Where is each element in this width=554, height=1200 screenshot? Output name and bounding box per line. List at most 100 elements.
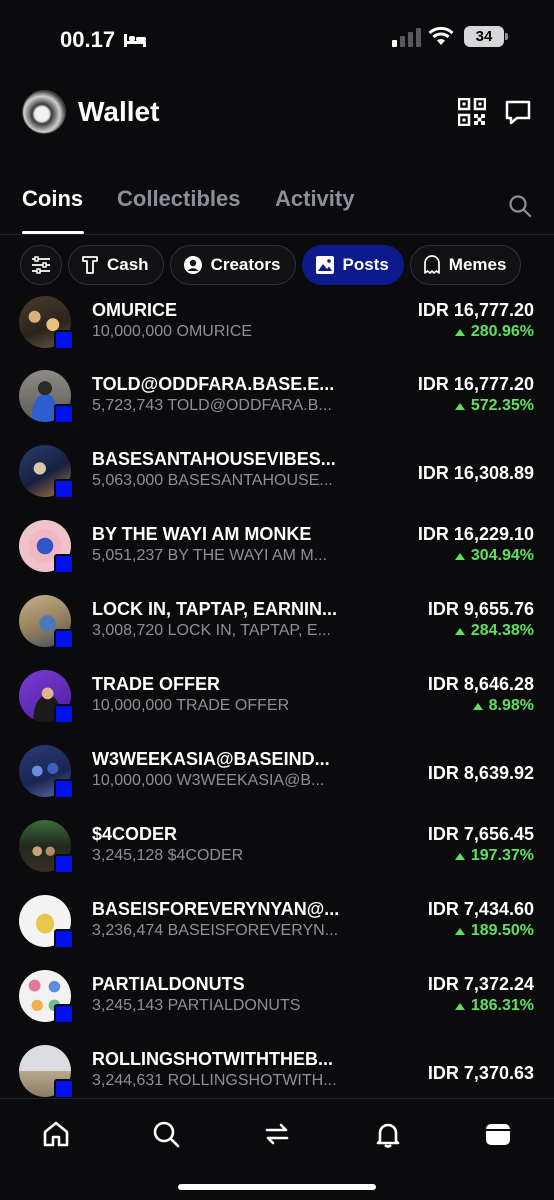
list-item[interactable]: BY THE WAYI AM MONKE 5,051,237 BY THE WA… [0, 516, 554, 591]
chain-badge [54, 479, 74, 499]
profile-avatar[interactable] [22, 90, 66, 134]
image-icon [315, 256, 334, 274]
coin-balance: 3,245,128 $4CODER [92, 847, 244, 864]
tab-activity[interactable]: Activity [275, 186, 354, 212]
coin-name: LOCK IN, TAPTAP, EARNIN... [92, 599, 338, 619]
sliders-icon [32, 256, 50, 274]
chain-badge [54, 779, 74, 799]
chain-badge [54, 929, 74, 949]
bell-icon[interactable] [373, 1119, 403, 1149]
coin-change: 572.35% [454, 397, 534, 415]
coin-list: OMURICE 10,000,000 OMURICE IDR 16,777.20… [0, 292, 554, 1098]
chain-badge [54, 629, 74, 649]
search-icon[interactable] [508, 194, 532, 218]
filter-chip-posts[interactable]: Posts [301, 245, 404, 285]
coin-balance: 3,245,143 PARTIALDONUTS [92, 997, 301, 1014]
home-indicator [178, 1184, 376, 1190]
coin-name: ROLLINGSHOTWITHTHEB... [92, 1049, 333, 1069]
arrow-up-icon [454, 1002, 465, 1010]
change-value: 284.38% [470, 622, 534, 639]
home-icon[interactable] [41, 1119, 71, 1149]
swap-icon[interactable] [262, 1119, 292, 1149]
arrow-up-icon [454, 852, 465, 860]
coin-value: IDR 16,777.20 [417, 374, 534, 394]
cup-icon [82, 256, 98, 274]
list-item[interactable]: OMURICE 10,000,000 OMURICE IDR 16,777.20… [0, 292, 554, 367]
coin-name: W3WEEKASIA@BASEIND... [92, 749, 330, 769]
coin-change: 8.98% [472, 697, 534, 715]
tab-coins[interactable]: Coins [22, 186, 83, 212]
search-icon[interactable] [151, 1119, 181, 1149]
coin-balance: 3,008,720 LOCK IN, TAPTAP, E... [92, 622, 331, 639]
list-item[interactable]: PARTIALDONUTS 3,245,143 PARTIALDONUTS ID… [0, 966, 554, 1041]
arrow-up-icon [454, 552, 465, 560]
list-item[interactable]: ROLLINGSHOTWITHTHEB... 3,244,631 ROLLING… [0, 1041, 554, 1098]
tabs-divider [0, 234, 554, 235]
chain-badge [54, 704, 74, 724]
list-item[interactable]: TRADE OFFER 10,000,000 TRADE OFFER IDR 8… [0, 666, 554, 741]
chat-icon[interactable] [504, 98, 532, 126]
coin-balance: 5,723,743 TOLD@ODDFARA.B... [92, 397, 332, 414]
battery-indicator: 34 [464, 26, 508, 47]
coin-change: 284.38% [454, 622, 534, 640]
list-item[interactable]: LOCK IN, TAPTAP, EARNIN... 3,008,720 LOC… [0, 591, 554, 666]
arrow-up-icon [472, 702, 483, 710]
filter-chip-memes[interactable]: Memes [409, 245, 522, 285]
filter-chip-label: Creators [210, 255, 281, 274]
coin-value: IDR 7,370.63 [427, 1063, 534, 1083]
coin-name: BASESANTAHOUSEVIBES... [92, 449, 336, 469]
battery-level: 34 [475, 28, 493, 45]
coin-name: BY THE WAYI AM MONKE [92, 524, 312, 544]
coin-value: IDR 16,308.89 [417, 463, 534, 483]
list-item[interactable]: BASEISFOREVERYNYAN@... 3,236,474 BASEISF… [0, 891, 554, 966]
coin-name: OMURICE [92, 300, 177, 320]
change-value: 189.50% [470, 922, 534, 939]
coin-balance: 5,051,237 BY THE WAYI AM M... [92, 547, 328, 564]
chain-badge [54, 1004, 74, 1024]
coin-value: IDR 7,656.45 [427, 824, 534, 844]
coin-change: 280.96% [454, 323, 534, 341]
status-time-group: 00.17 [60, 27, 147, 53]
coin-value: IDR 9,655.76 [427, 599, 534, 619]
status-time: 00.17 [60, 27, 116, 52]
list-item[interactable]: BASESANTAHOUSEVIBES... 5,063,000 BASESAN… [0, 441, 554, 516]
coin-balance: 10,000,000 OMURICE [92, 323, 253, 340]
filter-chip-label: Posts [342, 255, 389, 274]
page-title: Wallet [78, 96, 160, 127]
coin-value: IDR 8,639.92 [427, 763, 534, 783]
coin-value: IDR 16,777.20 [417, 300, 534, 320]
coin-name: TOLD@ODDFARA.BASE.E... [92, 374, 335, 394]
chain-badge [54, 554, 74, 574]
coin-change: 197.37% [454, 847, 534, 865]
change-value: 197.37% [470, 847, 534, 864]
arrow-up-icon [454, 927, 465, 935]
coin-balance: 10,000,000 TRADE OFFER [92, 697, 290, 714]
change-value: 304.94% [470, 547, 534, 564]
tab-collectibles[interactable]: Collectibles [117, 186, 240, 212]
list-item[interactable]: $4CODER 3,245,128 $4CODER IDR 7,656.45 1… [0, 816, 554, 891]
filter-chip-label: Memes [448, 255, 507, 274]
bed-icon [124, 34, 147, 47]
qr-code-icon[interactable] [458, 98, 486, 126]
change-value: 572.35% [470, 397, 534, 414]
coin-change: 186.31% [454, 997, 534, 1015]
wallet-icon[interactable] [483, 1119, 513, 1149]
chain-badge [54, 854, 74, 874]
list-item[interactable]: W3WEEKASIA@BASEIND... 10,000,000 W3WEEKA… [0, 741, 554, 816]
wifi-icon [428, 26, 454, 45]
list-item[interactable]: TOLD@ODDFARA.BASE.E... 5,723,743 TOLD@OD… [0, 366, 554, 441]
arrow-up-icon [454, 627, 465, 635]
coin-balance: 5,063,000 BASESANTAHOUSE... [92, 472, 333, 489]
coin-balance: 10,000,000 W3WEEKASIA@B... [92, 772, 325, 789]
filter-chip-label: Cash [107, 255, 149, 274]
chain-badge [54, 1079, 74, 1098]
chain-badge [54, 404, 74, 424]
filter-chip-cash[interactable]: Cash [68, 245, 164, 285]
wallet-header: Wallet [22, 88, 532, 136]
chain-badge [54, 330, 74, 350]
filter-settings-button[interactable] [20, 245, 62, 285]
filter-chip-creators[interactable]: Creators [169, 245, 296, 285]
coin-change: 304.94% [454, 547, 534, 565]
coin-value: IDR 7,372.24 [427, 974, 534, 994]
coin-change: 189.50% [454, 922, 534, 940]
